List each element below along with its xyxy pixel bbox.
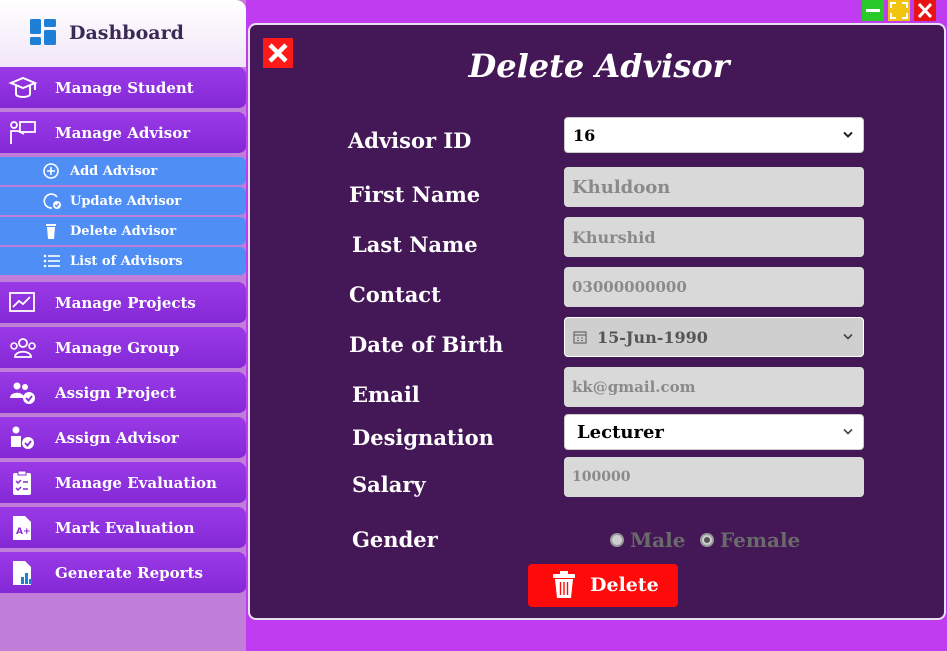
maximize-button[interactable] bbox=[888, 0, 910, 21]
gender-female-label: Female bbox=[720, 528, 801, 552]
chevron-down-icon bbox=[843, 131, 853, 138]
contact-field[interactable]: 03000000000 bbox=[564, 267, 864, 307]
minimize-button[interactable] bbox=[862, 0, 884, 21]
users-check-icon bbox=[10, 382, 35, 404]
dashboard-icon bbox=[30, 19, 56, 45]
graduation-cap-icon bbox=[8, 76, 38, 98]
list-icon bbox=[43, 254, 60, 268]
nav-manage-student[interactable]: Manage Student bbox=[0, 67, 246, 110]
nav-label: Assign Advisor bbox=[55, 429, 179, 447]
sidebar: Dashboard Manage Student Manage Advisor … bbox=[0, 0, 246, 651]
contact-value: 03000000000 bbox=[572, 278, 687, 296]
nav-manage-evaluation[interactable]: Manage Evaluation bbox=[0, 462, 246, 505]
label-gender: Gender bbox=[352, 527, 438, 552]
nav-manage-projects[interactable]: Manage Projects bbox=[0, 282, 246, 325]
nav-manage-advisor[interactable]: Manage Advisor bbox=[0, 112, 246, 155]
nav-label: List of Advisors bbox=[70, 254, 183, 269]
last-name-field[interactable]: Khurshid bbox=[564, 217, 864, 257]
plus-circle-icon bbox=[43, 163, 59, 179]
advisor-id-value: 16 bbox=[573, 125, 596, 145]
nav-update-advisor[interactable]: Update Advisor bbox=[0, 187, 246, 215]
email-field[interactable]: kk@gmail.com bbox=[564, 367, 864, 407]
nav-label: Manage Projects bbox=[55, 294, 196, 312]
email-value: kk@gmail.com bbox=[572, 378, 696, 396]
gender-male-label: Male bbox=[630, 528, 686, 552]
maximize-icon bbox=[890, 2, 908, 19]
trash-icon bbox=[46, 224, 56, 239]
salary-value: 100000 bbox=[572, 469, 631, 485]
first-name-field[interactable]: Khuldoon bbox=[564, 167, 864, 207]
refresh-check-icon bbox=[43, 193, 61, 209]
svg-text:A+: A+ bbox=[16, 527, 31, 537]
salary-field[interactable]: 100000 bbox=[564, 457, 864, 497]
nav-add-advisor[interactable]: Add Advisor bbox=[0, 157, 246, 185]
nav-label: Manage Group bbox=[55, 339, 180, 357]
trash-icon bbox=[553, 571, 575, 598]
nav-assign-project[interactable]: Assign Project bbox=[0, 372, 246, 415]
nav-manage-group[interactable]: Manage Group bbox=[0, 327, 246, 370]
delete-advisor-panel: Delete Advisor Advisor ID First Name Las… bbox=[248, 23, 946, 620]
gender-male-radio[interactable]: Male bbox=[610, 528, 685, 552]
label-salary: Salary bbox=[352, 472, 426, 497]
gender-female-radio[interactable]: Female bbox=[700, 528, 800, 552]
nav-label: Manage Evaluation bbox=[55, 474, 217, 492]
nav-label: Manage Advisor bbox=[55, 124, 191, 142]
delete-button[interactable]: Delete bbox=[528, 564, 678, 607]
designation-select[interactable]: Lecturer bbox=[564, 414, 864, 450]
date-of-birth-value: 15-Jun-1990 bbox=[597, 327, 708, 347]
teacher-board-icon bbox=[10, 121, 36, 144]
grade-document-icon: A+ bbox=[13, 516, 31, 540]
nav-label: Mark Evaluation bbox=[55, 519, 195, 537]
chevron-down-icon bbox=[843, 333, 853, 340]
report-icon bbox=[13, 561, 32, 585]
nav-label: Generate Reports bbox=[55, 564, 203, 582]
label-first-name: First Name bbox=[349, 182, 481, 207]
dashboard-title: Dashboard bbox=[69, 22, 184, 44]
nav-label: Assign Project bbox=[55, 384, 177, 402]
label-advisor-id: Advisor ID bbox=[348, 128, 472, 153]
first-name-value: Khuldoon bbox=[572, 176, 671, 198]
date-of-birth-picker[interactable]: 15-Jun-1990 bbox=[564, 317, 864, 357]
nav-label: Add Advisor bbox=[70, 164, 158, 179]
page-title: Delete Advisor bbox=[468, 47, 730, 85]
nav-delete-advisor[interactable]: Delete Advisor bbox=[0, 217, 246, 245]
close-icon bbox=[917, 2, 933, 19]
label-last-name: Last Name bbox=[352, 232, 478, 257]
calendar-icon bbox=[573, 331, 587, 344]
close-window-button[interactable] bbox=[914, 0, 936, 21]
nav-label: Delete Advisor bbox=[70, 224, 177, 239]
designation-value: Lecturer bbox=[577, 421, 664, 443]
nav-assign-advisor[interactable]: Assign Advisor bbox=[0, 417, 246, 460]
nav-list-advisors[interactable]: List of Advisors bbox=[0, 247, 246, 275]
last-name-value: Khurshid bbox=[572, 227, 656, 247]
user-check-icon bbox=[11, 426, 34, 449]
nav-generate-reports[interactable]: Generate Reports bbox=[0, 552, 246, 595]
radio-indicator-selected bbox=[700, 533, 714, 547]
dashboard-header[interactable]: Dashboard bbox=[0, 0, 246, 67]
delete-button-label: Delete bbox=[590, 574, 659, 596]
label-designation: Designation bbox=[352, 425, 494, 450]
nav-label: Manage Student bbox=[55, 79, 194, 97]
chevron-down-icon bbox=[843, 428, 853, 435]
label-date-of-birth: Date of Birth bbox=[349, 332, 504, 357]
nav-label: Update Advisor bbox=[70, 194, 182, 209]
radio-indicator bbox=[610, 533, 624, 547]
clipboard-check-icon bbox=[13, 470, 31, 495]
label-contact: Contact bbox=[349, 282, 441, 307]
group-icon bbox=[10, 338, 36, 358]
advisor-id-select[interactable]: 16 bbox=[564, 117, 864, 153]
nav-mark-evaluation[interactable]: A+ Mark Evaluation bbox=[0, 507, 246, 550]
minimize-icon bbox=[866, 9, 880, 12]
label-email: Email bbox=[352, 382, 420, 407]
chart-image-icon bbox=[9, 292, 35, 312]
